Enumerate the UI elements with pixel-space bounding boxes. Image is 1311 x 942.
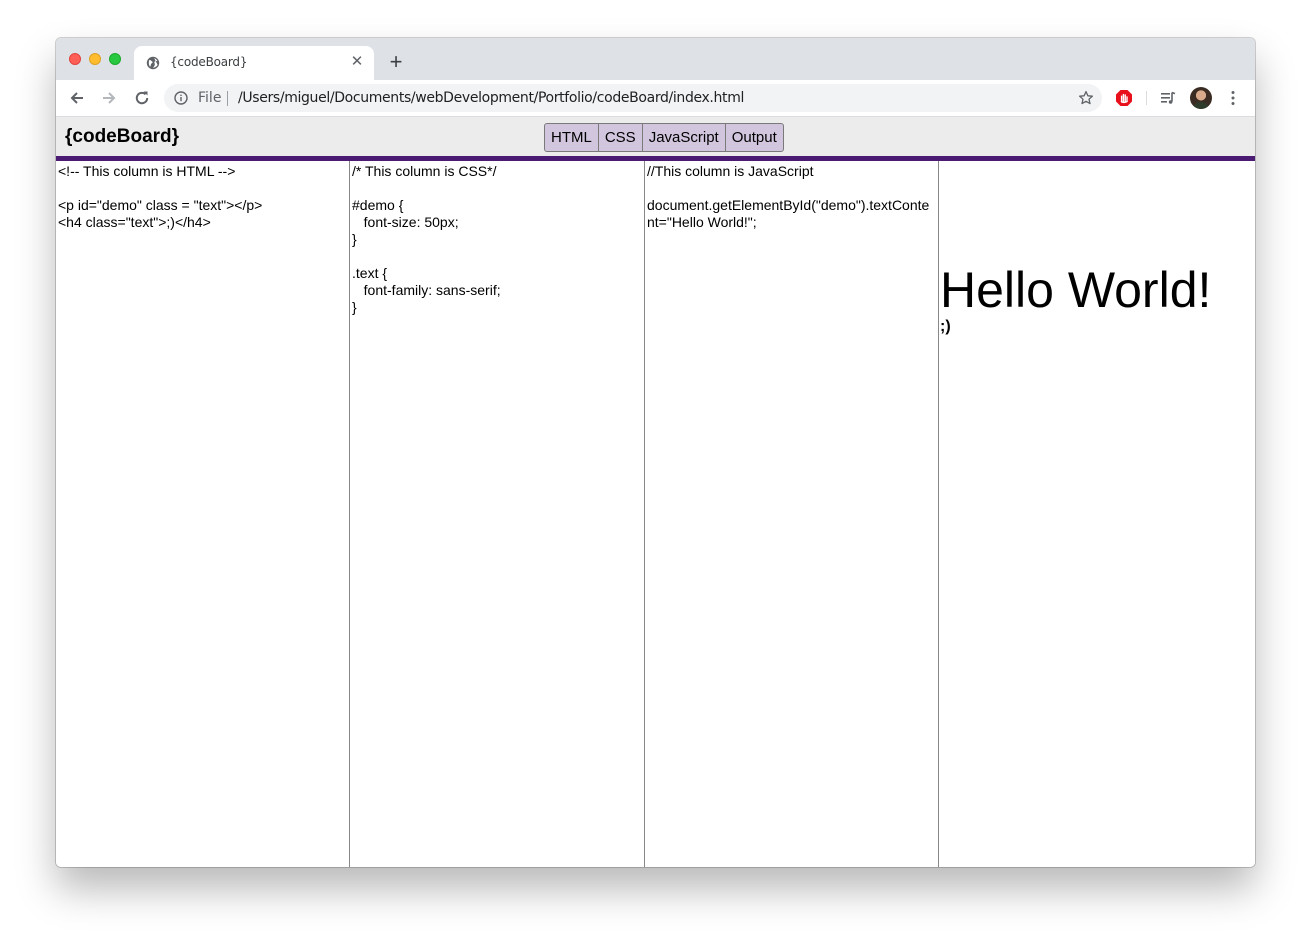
profile-avatar[interactable] xyxy=(1190,87,1212,109)
panel-toggle-group: HTML CSS JavaScript Output xyxy=(544,123,784,152)
address-url[interactable]: /Users/miguel/Documents/webDevelopment/P… xyxy=(238,90,744,106)
minimize-window-button[interactable] xyxy=(89,53,101,65)
css-editor-panel[interactable]: /* This column is CSS*/ #demo { font-siz… xyxy=(350,161,645,867)
address-bar[interactable]: File /Users/miguel/Documents/webDevelopm… xyxy=(164,84,1102,112)
output-h4-heading: ;) xyxy=(940,318,951,335)
javascript-editor-panel[interactable]: //This column is JavaScript document.get… xyxy=(645,161,939,867)
arrow-right-icon xyxy=(103,92,116,104)
app-header: {codeBoard} HTML CSS JavaScript Output xyxy=(56,117,1255,161)
tab-title: {codeBoard} xyxy=(170,55,248,69)
html-editor-panel[interactable]: <!-- This column is HTML --> <p id="demo… xyxy=(56,161,350,867)
toggle-output[interactable]: Output xyxy=(726,124,783,151)
code-panels: <!-- This column is HTML --> <p id="demo… xyxy=(56,161,1255,867)
star-icon[interactable] xyxy=(1078,90,1094,106)
address-divider xyxy=(227,91,228,106)
new-tab-button[interactable]: + xyxy=(386,51,406,73)
back-button[interactable] xyxy=(66,87,88,109)
toggle-javascript[interactable]: JavaScript xyxy=(643,124,726,151)
reload-icon xyxy=(135,91,149,105)
forward-button[interactable] xyxy=(98,87,120,109)
output-panel: Hello World! ;) xyxy=(939,161,1255,867)
toolbar-divider xyxy=(1146,91,1147,105)
output-demo-paragraph: Hello World! xyxy=(940,262,1212,318)
toggle-css[interactable]: CSS xyxy=(599,124,643,151)
browser-tab[interactable]: {codeBoard} ✕ xyxy=(134,46,374,80)
media-control-icon[interactable] xyxy=(1159,89,1177,107)
more-vertical-icon[interactable] xyxy=(1224,89,1242,107)
reload-button[interactable] xyxy=(131,87,153,109)
close-window-button[interactable] xyxy=(69,53,81,65)
browser-window: {codeBoard} ✕ + File /Users/miguel/Docum… xyxy=(56,38,1255,867)
globe-icon xyxy=(146,56,160,70)
close-tab-icon[interactable]: ✕ xyxy=(350,54,364,69)
info-icon[interactable] xyxy=(174,91,188,105)
toggle-html[interactable]: HTML xyxy=(545,124,599,151)
tab-strip: {codeBoard} ✕ + xyxy=(56,38,1255,80)
adblock-extension-icon[interactable] xyxy=(1115,89,1133,107)
address-scheme: File xyxy=(198,90,222,106)
page-content: {codeBoard} HTML CSS JavaScript Output <… xyxy=(56,117,1255,867)
maximize-window-button[interactable] xyxy=(109,53,121,65)
arrow-left-icon xyxy=(70,92,83,104)
app-logo: {codeBoard} xyxy=(65,126,180,147)
browser-toolbar: File /Users/miguel/Documents/webDevelopm… xyxy=(56,80,1255,117)
